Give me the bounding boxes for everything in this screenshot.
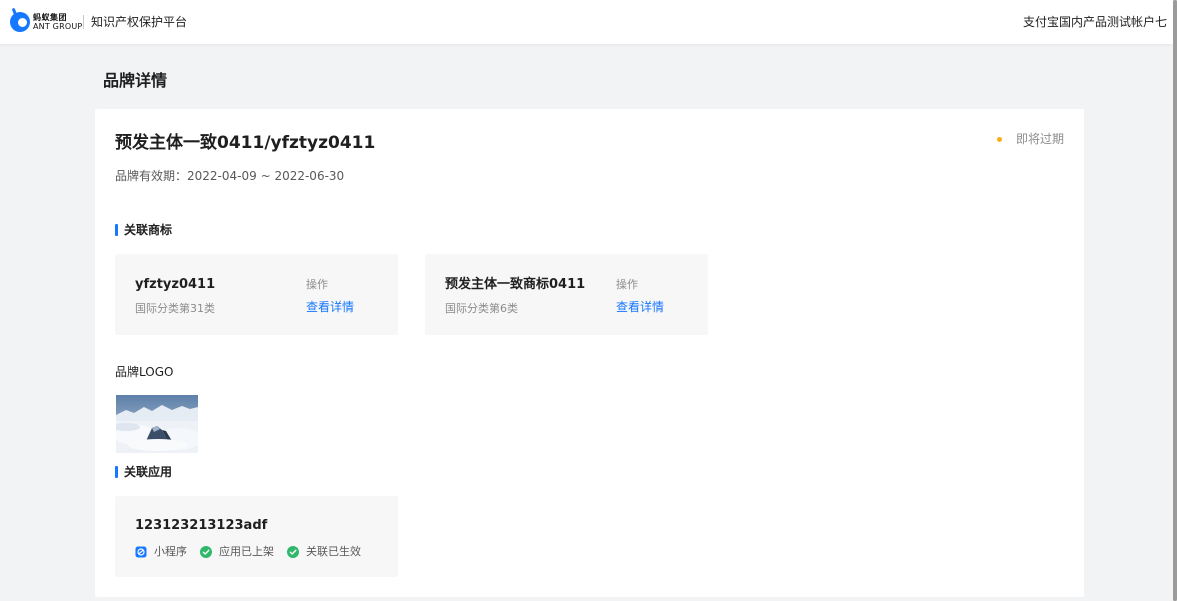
tag-label: 关联已生效 [306,545,361,558]
view-details-link[interactable]: 查看详情 [616,299,664,315]
trademark-card: 预发主体一致商标0411 国际分类第6类 操作 查看详情 [425,254,708,335]
validity-range: 2022-04-09 ~ 2022-06-30 [187,169,345,183]
page-title: 品牌详情 [103,71,168,90]
top-header: 蚂蚁集团 ANT GROUP 知识产权保护平台 支付宝国内产品测试帐户七 [0,0,1173,44]
trademark-name: yfztyz0411 [135,277,216,292]
logo-cn: 蚂蚁集团 [33,13,67,22]
operation-label: 操作 [306,278,328,291]
view-details-link[interactable]: 查看详情 [306,299,354,315]
app-tags: 小程序 应用已上架 关联已生效 [135,544,374,559]
trademark-class: 国际分类第31类 [135,302,215,315]
tag-app-listed: 应用已上架 [200,544,274,559]
mini-program-icon [135,546,147,557]
tag-label: 小程序 [154,545,187,558]
header-divider [83,15,84,29]
app-card: 123123213123adf 小程序 应用已上架 关联已生效 [115,496,398,577]
validity-label: 品牌有效期： [115,169,188,183]
brand-logo-image[interactable] [116,395,198,453]
brand-name: 预发主体一致0411/yfztyz0411 [115,133,376,153]
account-name[interactable]: 支付宝国内产品测试帐户七 [1023,14,1167,30]
logo-en: ANT GROUP [33,22,83,31]
check-circle-icon [287,545,299,558]
operation-label: 操作 [616,278,638,291]
trademark-name: 预发主体一致商标0411 [445,277,586,292]
ant-logo-icon [10,12,30,32]
tag-link-active: 关联已生效 [287,544,361,559]
scrollbar-thumb[interactable] [1173,0,1177,601]
logo-text: 蚂蚁集团 ANT GROUP [33,13,82,31]
app-name: 123123213123adf [135,518,268,533]
ant-group-logo[interactable]: 蚂蚁集团 ANT GROUP [10,11,82,33]
section-bar [115,224,118,236]
section-title: 关联应用 [124,465,173,479]
section-related-trademarks: 关联商标 [115,222,172,238]
status-dot [996,136,1002,142]
platform-name: 知识产权保护平台 [91,15,188,29]
section-title: 关联商标 [124,223,173,237]
validity-period: 品牌有效期：2022-04-09 ~ 2022-06-30 [115,168,344,184]
scrollbar-track[interactable] [1173,0,1177,601]
check-circle-icon [200,545,212,558]
trademark-class: 国际分类第6类 [445,302,518,315]
tag-mini-program: 小程序 [135,544,187,559]
section-bar [115,466,118,478]
section-related-apps: 关联应用 [115,464,172,480]
brand-logo-label: 品牌LOGO [115,365,174,379]
status-text: 即将过期 [1015,132,1064,146]
trademark-card: yfztyz0411 国际分类第31类 操作 查看详情 [115,254,398,335]
brand-detail-card: 预发主体一致0411/yfztyz0411 即将过期 品牌有效期：2022-04… [95,109,1084,597]
tag-label: 应用已上架 [219,545,274,558]
status-badge: 即将过期 [996,131,1064,147]
